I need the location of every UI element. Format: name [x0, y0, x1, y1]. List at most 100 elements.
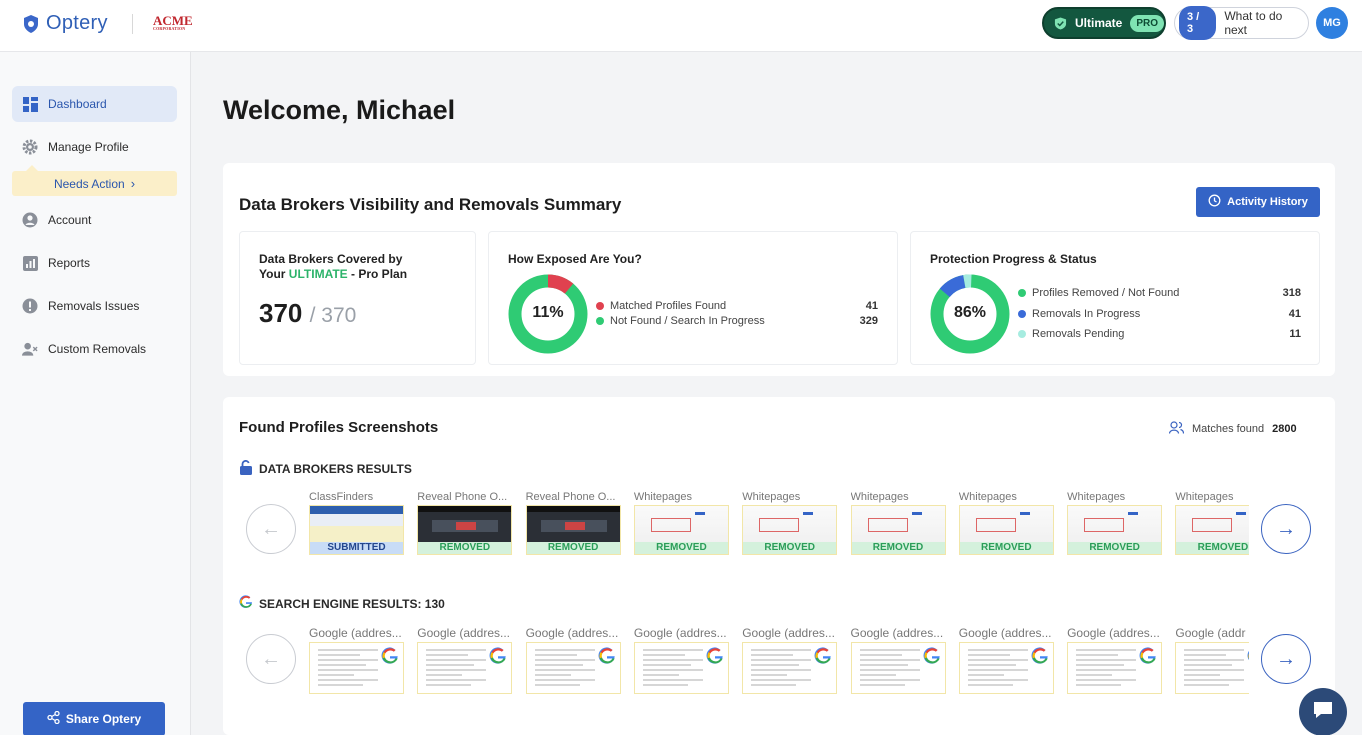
share-label: Share Optery: [65, 712, 142, 726]
broker-screenshot[interactable]: Whitepages REMOVED: [633, 491, 729, 555]
shield-check-icon: [1054, 16, 1067, 30]
search-result-screenshot[interactable]: Google (addres...: [958, 626, 1054, 694]
search-result-screenshot[interactable]: Google (addres...: [417, 626, 513, 694]
sidebar-item-dashboard[interactable]: Dashboard: [12, 86, 177, 122]
plan-badge[interactable]: Ultimate PRO: [1042, 7, 1166, 39]
sidebar-item-manage-profile[interactable]: Manage Profile: [12, 129, 177, 165]
search-result-screenshot[interactable]: Google (addres...: [309, 626, 404, 694]
coverage-title: Data Brokers Covered by Your ULTIMATE - …: [259, 252, 408, 281]
screenshot-thumbnail: REMOVED: [850, 505, 946, 555]
search-result-screenshot[interactable]: Google (addres...: [742, 626, 838, 694]
summary-panel: Data Brokers Visibility and Removals Sum…: [223, 163, 1335, 376]
screenshot-thumbnail: REMOVED: [1067, 505, 1163, 555]
sidebar-item-label: Reports: [48, 256, 91, 270]
brokers-prev-button[interactable]: ←: [246, 504, 296, 554]
chevron-right-icon: ›: [130, 176, 136, 191]
optery-logo[interactable]: Optery: [22, 12, 108, 35]
screenshot-thumbnail: REMOVED: [525, 505, 621, 555]
chat-button[interactable]: [1299, 688, 1347, 735]
user-avatar[interactable]: MG: [1316, 7, 1348, 39]
legend-not-found: Not Found / Search In Progress: [596, 315, 765, 327]
broker-screenshot[interactable]: Whitepages REMOVED: [742, 491, 838, 555]
legend-in-progress: Removals In Progress: [1018, 308, 1140, 320]
search-next-button[interactable]: →: [1261, 634, 1311, 684]
sidebar-item-custom-removals[interactable]: Custom Removals: [12, 331, 177, 367]
google-icon: [1247, 647, 1249, 665]
broker-name: Whitepages: [1067, 491, 1126, 503]
needs-action-link[interactable]: Needs Action ›: [12, 165, 177, 196]
plan-label: Ultimate: [1074, 16, 1123, 30]
brokers-next-button[interactable]: →: [1261, 504, 1311, 554]
google-icon: [598, 647, 616, 665]
broker-name: Reveal Phone O...: [525, 491, 616, 503]
what-to-do-next-button[interactable]: 3 / 3 What to do next: [1174, 6, 1309, 40]
search-result-name: Google (addres...: [309, 626, 402, 640]
sidebar-item-label: Manage Profile: [48, 140, 129, 154]
brand-name: Optery: [46, 12, 108, 34]
search-result-name: Google (addres...: [1067, 626, 1160, 640]
search-result-screenshot[interactable]: Google (addres...: [850, 626, 946, 694]
share-icon: [47, 710, 60, 727]
screenshot-thumbnail: [958, 642, 1054, 694]
summary-title: Data Brokers Visibility and Removals Sum…: [239, 195, 622, 214]
broker-screenshot[interactable]: Reveal Phone O... REMOVED: [417, 491, 513, 555]
broker-screenshot[interactable]: ClassFinders SUBMITTED: [309, 491, 404, 555]
google-icon: [1031, 647, 1049, 665]
chat-icon: [1312, 700, 1334, 725]
users-icon: [1168, 421, 1185, 437]
activity-history-button[interactable]: Activity History: [1196, 187, 1320, 217]
brokers-covered-count: 370 / 370: [259, 298, 357, 328]
search-result-name: Google (addres...: [525, 626, 619, 640]
divider: [132, 14, 133, 34]
legend-dot: [596, 302, 604, 310]
broker-screenshot[interactable]: Whitepages REMOVED: [1067, 491, 1163, 555]
sidebar-item-label: Account: [48, 213, 92, 227]
exposure-card: How Exposed Are You? 11% Matched Profile…: [488, 231, 898, 365]
activity-history-label: Activity History: [1227, 196, 1308, 208]
search-result-screenshot[interactable]: Google (addres...: [525, 626, 621, 694]
broker-name: ClassFinders: [309, 491, 374, 503]
sidebar: Dashboard Manage Profile Needs Action › …: [0, 52, 191, 735]
broker-name: Whitepages: [958, 491, 1017, 503]
search-carousel: Google (addres... Google (addres... Google…: [309, 626, 1249, 698]
google-icon: [1139, 647, 1157, 665]
broker-screenshot[interactable]: Whitepages REMOVED: [1175, 491, 1249, 555]
gear-icon: [22, 139, 38, 155]
screenshot-thumbnail: REMOVED: [1175, 505, 1249, 555]
legend-matched: Matched Profiles Found: [596, 300, 726, 312]
broker-screenshot[interactable]: Reveal Phone O... REMOVED: [525, 491, 621, 555]
grid-icon: [22, 96, 38, 112]
sidebar-item-label: Removals Issues: [48, 299, 140, 313]
needs-action-label: Needs Action: [53, 176, 125, 191]
found-profiles-title: Found Profiles Screenshots: [239, 419, 439, 436]
broker-screenshot[interactable]: Whitepages REMOVED: [958, 491, 1054, 555]
screenshot-thumbnail: REMOVED: [958, 505, 1054, 555]
sidebar-item-account[interactable]: Account: [12, 202, 177, 238]
legend-pending: Removals Pending: [1018, 328, 1124, 340]
status-badge: REMOVED: [959, 542, 1053, 554]
google-icon: [489, 647, 507, 665]
status-badge: REMOVED: [1176, 542, 1249, 554]
bar-chart-icon: [22, 255, 38, 271]
history-icon: [1208, 194, 1221, 210]
lock-open-icon: [239, 460, 253, 478]
legend-dot: [1018, 330, 1026, 338]
search-result-name: Google (addres...: [958, 626, 1052, 640]
search-prev-button[interactable]: ←: [246, 634, 296, 684]
google-icon: [381, 647, 399, 665]
screenshot-thumbnail: [417, 642, 513, 694]
sidebar-item-removals-issues[interactable]: Removals Issues: [12, 288, 177, 324]
share-optery-button[interactable]: Share Optery: [23, 702, 165, 735]
search-result-screenshot[interactable]: Google (addr: [1175, 626, 1249, 694]
broker-name: Whitepages: [850, 491, 909, 503]
search-engine-heading: SEARCH ENGINE RESULTS: 130: [239, 595, 445, 612]
search-result-screenshot[interactable]: Google (addres...: [1067, 626, 1163, 694]
sidebar-item-reports[interactable]: Reports: [12, 245, 177, 281]
legend-dot: [1018, 310, 1026, 318]
alert-icon: [22, 298, 38, 314]
search-result-screenshot[interactable]: Google (addres...: [633, 626, 729, 694]
broker-screenshot[interactable]: Whitepages REMOVED: [850, 491, 946, 555]
legend-dot: [1018, 289, 1026, 297]
coverage-card: Data Brokers Covered by Your ULTIMATE - …: [239, 231, 476, 365]
broker-name: Whitepages: [633, 491, 692, 503]
